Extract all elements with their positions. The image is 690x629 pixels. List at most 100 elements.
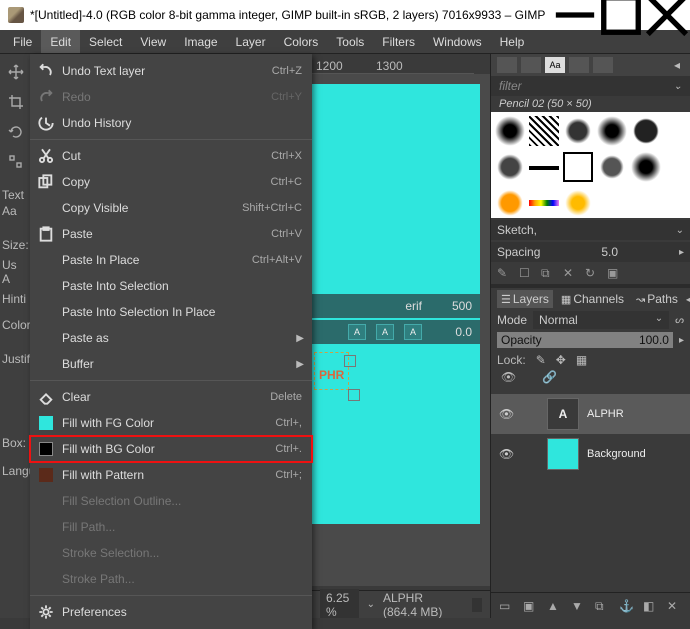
maximize-button[interactable] — [598, 0, 644, 30]
aa-chip[interactable]: A — [404, 324, 422, 340]
layer-row[interactable]: 👁 A ALPHR — [491, 394, 690, 434]
delete-brush-icon[interactable]: ✕ — [563, 266, 577, 280]
menu-item-stroke-path[interactable]: Stroke Path... — [30, 566, 312, 592]
merge-layer-icon[interactable]: ⚓ — [619, 599, 633, 613]
opacity-slider[interactable]: Opacity 100.0 — [497, 332, 673, 348]
brush-grid[interactable] — [491, 112, 690, 218]
tab-brush[interactable] — [497, 57, 517, 73]
brush-category-label: Sketch, — [497, 223, 537, 237]
menu-item-paste[interactable]: Paste Ctrl+V — [30, 221, 312, 247]
new-group-icon[interactable]: ▣ — [523, 599, 537, 613]
chevron-right-icon: ▶ — [296, 333, 304, 344]
justify-label: Justify — [2, 352, 28, 366]
use-label: Us — [2, 258, 28, 272]
text-layer[interactable]: PHR — [314, 352, 349, 390]
stepper-icon[interactable]: ▸ — [679, 247, 684, 258]
menu-item-copy-visible[interactable]: Copy Visible Shift+Ctrl+C — [30, 195, 312, 221]
mask-layer-icon[interactable]: ◧ — [643, 599, 657, 613]
menu-windows[interactable]: Windows — [424, 30, 491, 53]
menu-item-paste-into-selection-in-place[interactable]: Paste Into Selection In Place — [30, 299, 312, 325]
layer-name[interactable]: ALPHR — [587, 408, 624, 420]
menu-item-paste-as[interactable]: Paste as ▶ — [30, 325, 312, 351]
tab-document[interactable] — [569, 57, 589, 73]
menu-edit[interactable]: Edit — [41, 30, 80, 53]
menu-item-fill-pattern[interactable]: Fill with Pattern Ctrl+; — [30, 462, 312, 488]
menu-item-preferences[interactable]: Preferences — [30, 599, 312, 625]
duplicate-layer-icon[interactable]: ⧉ — [595, 599, 609, 613]
menu-item-fill-selection-outline[interactable]: Fill Selection Outline... — [30, 488, 312, 514]
menu-item-copy[interactable]: Copy Ctrl+C — [30, 169, 312, 195]
layer-name[interactable]: Background — [587, 448, 646, 460]
lock-alpha-icon[interactable]: ▦ — [576, 353, 587, 367]
tab-layers[interactable]: ☰Layers — [497, 290, 553, 308]
menu-colors[interactable]: Colors — [275, 30, 328, 53]
lock-move-icon[interactable]: ✥ — [556, 353, 566, 367]
refresh-brush-icon[interactable]: ↻ — [585, 266, 599, 280]
raise-layer-icon[interactable]: ▲ — [547, 599, 561, 613]
menu-file[interactable]: File — [4, 30, 41, 53]
zoom-level[interactable]: 6.25 % — [320, 589, 359, 619]
menu-item-redo[interactable]: Redo Ctrl+Y — [30, 84, 312, 110]
menu-item-fill-bg[interactable]: Fill with BG Color Ctrl+. — [30, 436, 312, 462]
brush-filter[interactable]: filter ⌄ — [491, 76, 690, 96]
menu-filters[interactable]: Filters — [373, 30, 424, 53]
menu-layer[interactable]: Layer — [227, 30, 275, 53]
menu-image[interactable]: Image — [175, 30, 226, 53]
menu-item-buffer[interactable]: Buffer ▶ — [30, 351, 312, 377]
menu-item-undo-history[interactable]: Undo History — [30, 110, 312, 136]
edit-brush-icon[interactable]: ✎ — [497, 266, 511, 280]
tab-paths[interactable]: ↝Paths — [632, 290, 682, 308]
stepper-icon[interactable]: ▸ — [679, 335, 684, 346]
collapse-icon[interactable]: ◂ — [686, 292, 690, 306]
tool-options-icon[interactable] — [2, 148, 30, 176]
menu-item-fill-fg[interactable]: Fill with FG Color Ctrl+, — [30, 410, 312, 436]
open-brush-icon[interactable]: ▣ — [607, 266, 621, 280]
layer-row[interactable]: 👁 Background — [491, 434, 690, 474]
aa-chip[interactable]: A — [348, 324, 366, 340]
tab-pattern[interactable] — [521, 57, 541, 73]
lock-paint-icon[interactable]: ✎ — [536, 353, 546, 367]
clear-icon — [38, 389, 54, 405]
tab-font[interactable]: Aa — [545, 57, 565, 73]
menu-item-paste-in-place[interactable]: Paste In Place Ctrl+Alt+V — [30, 247, 312, 273]
visibility-toggle[interactable]: 👁 — [499, 447, 515, 461]
spacing-slider[interactable]: Spacing 5.0 ▸ — [491, 242, 690, 262]
tab-channels[interactable]: ▦Channels — [557, 290, 628, 308]
kern-value[interactable]: 0.0 — [432, 325, 472, 339]
font-name[interactable]: erif — [405, 299, 422, 313]
visibility-toggle[interactable]: 👁 — [499, 407, 515, 421]
duplicate-brush-icon[interactable]: ⧉ — [541, 266, 555, 280]
menu-item-paste-into-selection[interactable]: Paste Into Selection — [30, 273, 312, 299]
menu-view[interactable]: View — [131, 30, 175, 53]
font-size-value[interactable]: 500 — [432, 299, 472, 313]
opacity-label: Opacity — [501, 333, 542, 347]
delete-layer-icon[interactable]: ✕ — [667, 599, 681, 613]
nav-icon[interactable] — [472, 598, 482, 612]
menu-item-stroke-selection[interactable]: Stroke Selection... — [30, 540, 312, 566]
new-layer-icon[interactable]: ▭ — [499, 599, 513, 613]
aa-swatch[interactable]: Aa — [2, 204, 28, 218]
tool-move[interactable] — [2, 58, 30, 86]
mode-select[interactable]: Normal ⌄ — [533, 311, 669, 329]
aa-chip[interactable]: A — [376, 324, 394, 340]
new-brush-icon[interactable]: ☐ — [519, 266, 533, 280]
mode-switch-icon[interactable]: ᔕ — [675, 315, 684, 326]
tool-crop[interactable] — [2, 88, 30, 116]
menu-item-cut[interactable]: Cut Ctrl+X — [30, 143, 312, 169]
lock-label: Lock: — [497, 353, 526, 367]
minimize-button[interactable] — [552, 0, 598, 30]
canvas[interactable]: erif 500 A A A 0.0 PHR — [312, 74, 490, 586]
chevron-down-icon[interactable]: ⌄ — [367, 599, 375, 610]
tool-rotate[interactable] — [2, 118, 30, 146]
menu-help[interactable]: Help — [491, 30, 534, 53]
close-button[interactable] — [644, 0, 690, 30]
menu-item-undo[interactable]: Undo Text layer Ctrl+Z — [30, 58, 312, 84]
menu-item-clear[interactable]: Clear Delete — [30, 384, 312, 410]
menu-select[interactable]: Select — [80, 30, 131, 53]
brush-category[interactable]: Sketch, ⌄ — [491, 220, 690, 240]
collapse-icon[interactable]: ◂ — [670, 58, 684, 72]
menu-item-fill-path[interactable]: Fill Path... — [30, 514, 312, 540]
lower-layer-icon[interactable]: ▼ — [571, 599, 585, 613]
tab-gradient[interactable] — [593, 57, 613, 73]
menu-tools[interactable]: Tools — [327, 30, 373, 53]
